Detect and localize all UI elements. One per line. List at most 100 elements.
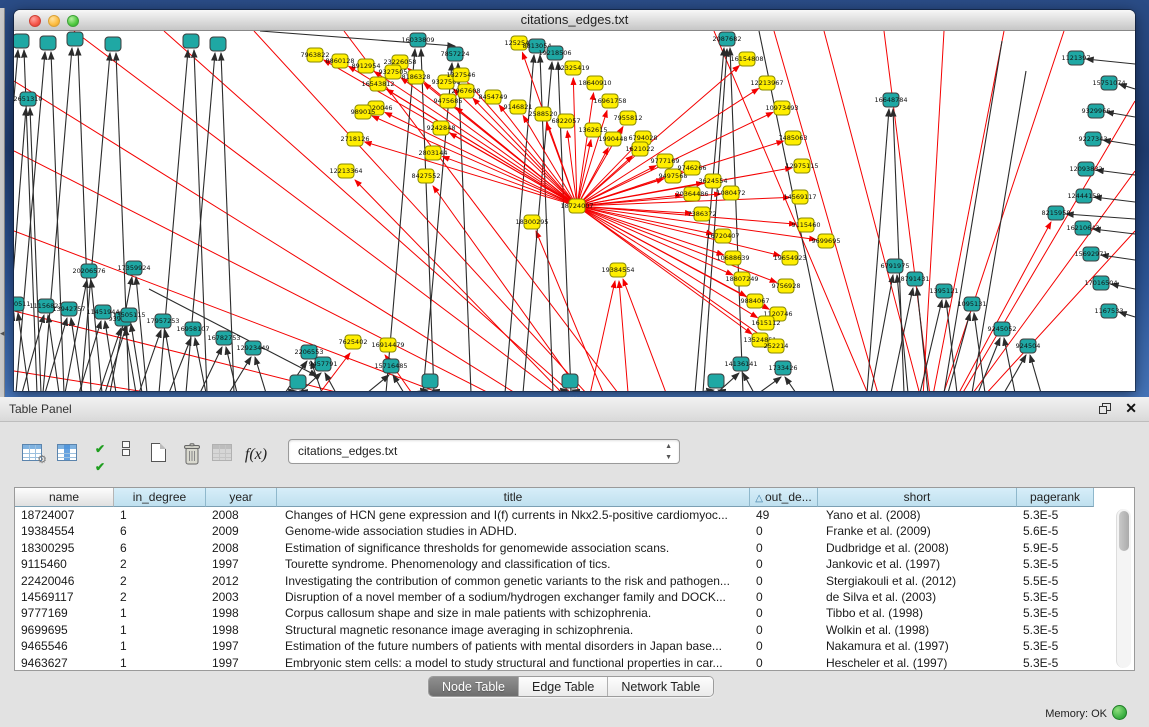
graph-node[interactable]: 14136141 <box>724 357 757 371</box>
graph-node[interactable]: 1621022 <box>626 142 655 156</box>
graph-node[interactable]: 7485063 <box>779 131 808 145</box>
graph-node[interactable]: 989015 <box>351 105 376 119</box>
graph-node[interactable]: 17016504 <box>1084 276 1117 290</box>
graph-node[interactable]: 1733426 <box>769 361 798 375</box>
close-panel-icon[interactable]: ✕ <box>1125 400 1137 417</box>
graph-node[interactable] <box>14 34 29 48</box>
table-body[interactable]: 1872400712008Changes of HCN gene express… <box>15 507 1134 670</box>
tab-network-table[interactable]: Network Table <box>608 677 713 696</box>
graph-node[interactable]: 16033809 <box>401 33 434 47</box>
graph-node[interactable]: 6822057 <box>552 114 581 128</box>
graph-node[interactable]: 12093832 <box>1069 162 1102 176</box>
table-row[interactable]: 911546021997Tourette syndrome. Phenomeno… <box>15 556 1134 572</box>
graph-node[interactable]: 3624554 <box>699 174 728 188</box>
graph-node[interactable]: 19384554 <box>601 263 634 277</box>
graph-node[interactable]: 12444158 <box>1067 189 1100 203</box>
graph-node[interactable]: 16914479 <box>371 338 404 352</box>
graph-node[interactable]: 16720407 <box>706 229 739 243</box>
function-builder-button[interactable]: f(x) <box>242 440 270 468</box>
graph-node[interactable]: 16154808 <box>730 52 763 66</box>
graph-node[interactable]: 9227343 <box>1079 132 1108 146</box>
new-table-button[interactable] <box>144 440 172 468</box>
window-close-button[interactable] <box>29 15 41 27</box>
table-row[interactable]: 946554611997Estimation of the future num… <box>15 638 1134 654</box>
window-zoom-button[interactable] <box>67 15 79 27</box>
graph-node[interactable]: 18807249 <box>725 272 758 286</box>
graph-node[interactable]: 1990448 <box>599 132 628 146</box>
window-minimize-button[interactable] <box>48 15 60 27</box>
memory-indicator-icon[interactable] <box>1112 705 1127 720</box>
column-header-name[interactable]: name <box>15 488 114 507</box>
graph-node[interactable]: 19654923 <box>773 251 806 265</box>
graph-node[interactable] <box>562 374 578 388</box>
table-row[interactable]: 1872400712008Changes of HCN gene express… <box>15 507 1134 523</box>
graph-node[interactable]: 9245052 <box>988 322 1017 336</box>
window-titlebar[interactable]: citations_edges.txt <box>14 10 1135 31</box>
graph-node[interactable] <box>183 34 199 48</box>
column-header-year[interactable]: year <box>206 488 277 507</box>
graph-node[interactable]: 9884067 <box>741 294 770 308</box>
select-column-button[interactable] <box>53 440 81 468</box>
graph-node[interactable]: 10688639 <box>716 251 749 265</box>
graph-node[interactable]: 2651310 <box>14 92 42 106</box>
table-row[interactable]: 2242004622012Investigating the contribut… <box>15 573 1134 589</box>
graph-node[interactable]: 1395121 <box>930 284 959 298</box>
network-table-selector[interactable]: citations_edges.txt ▲▼ <box>288 439 680 464</box>
graph-node[interactable]: 17359924 <box>117 261 150 275</box>
column-header-pagerank[interactable]: pagerank <box>1017 488 1094 507</box>
table-row[interactable]: 1456911722003Disruption of a novel membe… <box>15 589 1134 605</box>
graph-node[interactable]: 9756928 <box>772 279 801 293</box>
graph-node[interactable]: 16782753 <box>207 331 240 345</box>
graph-node[interactable]: 12975115 <box>785 159 818 173</box>
delete-table-button[interactable] <box>178 440 206 468</box>
graph-node[interactable]: 20364486 <box>675 187 708 201</box>
graph-node[interactable]: 2087682 <box>713 32 742 46</box>
graph-node[interactable]: 16210643 <box>1066 221 1099 235</box>
column-header-in-degree[interactable]: in_degree <box>114 488 206 507</box>
graph-node[interactable]: 19218506 <box>538 46 571 60</box>
graph-node[interactable]: 9475685 <box>434 94 463 108</box>
graph-node[interactable] <box>40 36 56 50</box>
swap-rows-button[interactable] <box>112 440 140 468</box>
graph-node[interactable]: 9115460 <box>792 218 821 232</box>
graph-node[interactable]: 1080472 <box>717 186 746 200</box>
table-vertical-scrollbar[interactable] <box>1116 509 1131 668</box>
graph-node[interactable]: 12213967 <box>750 76 783 90</box>
graph-node[interactable]: 16543812 <box>361 77 394 91</box>
network-view-window[interactable]: citations_edges.txt 79638228860128891295… <box>14 10 1135 391</box>
graph-node[interactable]: 12213364 <box>329 164 362 178</box>
graph-node[interactable] <box>105 37 121 51</box>
graph-node[interactable]: 7857224 <box>441 47 470 61</box>
graph-node[interactable]: 14569117 <box>783 190 816 204</box>
tab-edge-table[interactable]: Edge Table <box>519 677 608 696</box>
graph-node[interactable]: 12325419 <box>556 61 589 75</box>
column-header-short[interactable]: short <box>818 488 1017 507</box>
graph-node[interactable]: 1167533 <box>1095 304 1124 318</box>
graph-node[interactable]: 16961758 <box>593 94 626 108</box>
graph-node[interactable]: 10973493 <box>765 101 798 115</box>
graph-node[interactable] <box>422 374 438 388</box>
graph-node[interactable] <box>210 37 226 51</box>
select-all-button[interactable]: ✔✔ <box>86 440 114 468</box>
graph-node[interactable]: 16648784 <box>874 93 907 107</box>
graph-node[interactable] <box>290 375 306 389</box>
graph-node[interactable]: 8860128 <box>326 54 355 68</box>
graph-node[interactable]: 1121397 <box>1062 51 1091 65</box>
table-row[interactable]: 1830029562008Estimation of significance … <box>15 540 1134 556</box>
graph-node[interactable] <box>67 32 83 46</box>
scrollbar-thumb[interactable] <box>1119 511 1129 551</box>
graph-node[interactable]: 252214 <box>764 339 789 353</box>
graph-node[interactable]: 8791431 <box>901 272 930 286</box>
graph-node[interactable]: 924504 <box>1016 339 1041 353</box>
graph-node[interactable]: 9457791 <box>309 357 338 371</box>
graph-node[interactable]: 7386372 <box>688 207 717 221</box>
table-row[interactable]: 1938455462009Genome-wide association stu… <box>15 523 1134 539</box>
table-row[interactable]: 969969511998Structural magnetic resonanc… <box>15 622 1134 638</box>
column-header-title[interactable]: title <box>277 488 750 507</box>
graph-node[interactable]: 12923449 <box>236 341 269 355</box>
network-canvas[interactable]: 7963822886012889129542322605893275051654… <box>14 31 1135 391</box>
panel-collapse-arrow-icon[interactable]: ◂ <box>0 328 5 339</box>
graph-node[interactable]: 6791975 <box>881 259 910 273</box>
graph-node[interactable]: 18300295 <box>515 215 548 229</box>
graph-node[interactable]: 2718126 <box>341 132 370 146</box>
